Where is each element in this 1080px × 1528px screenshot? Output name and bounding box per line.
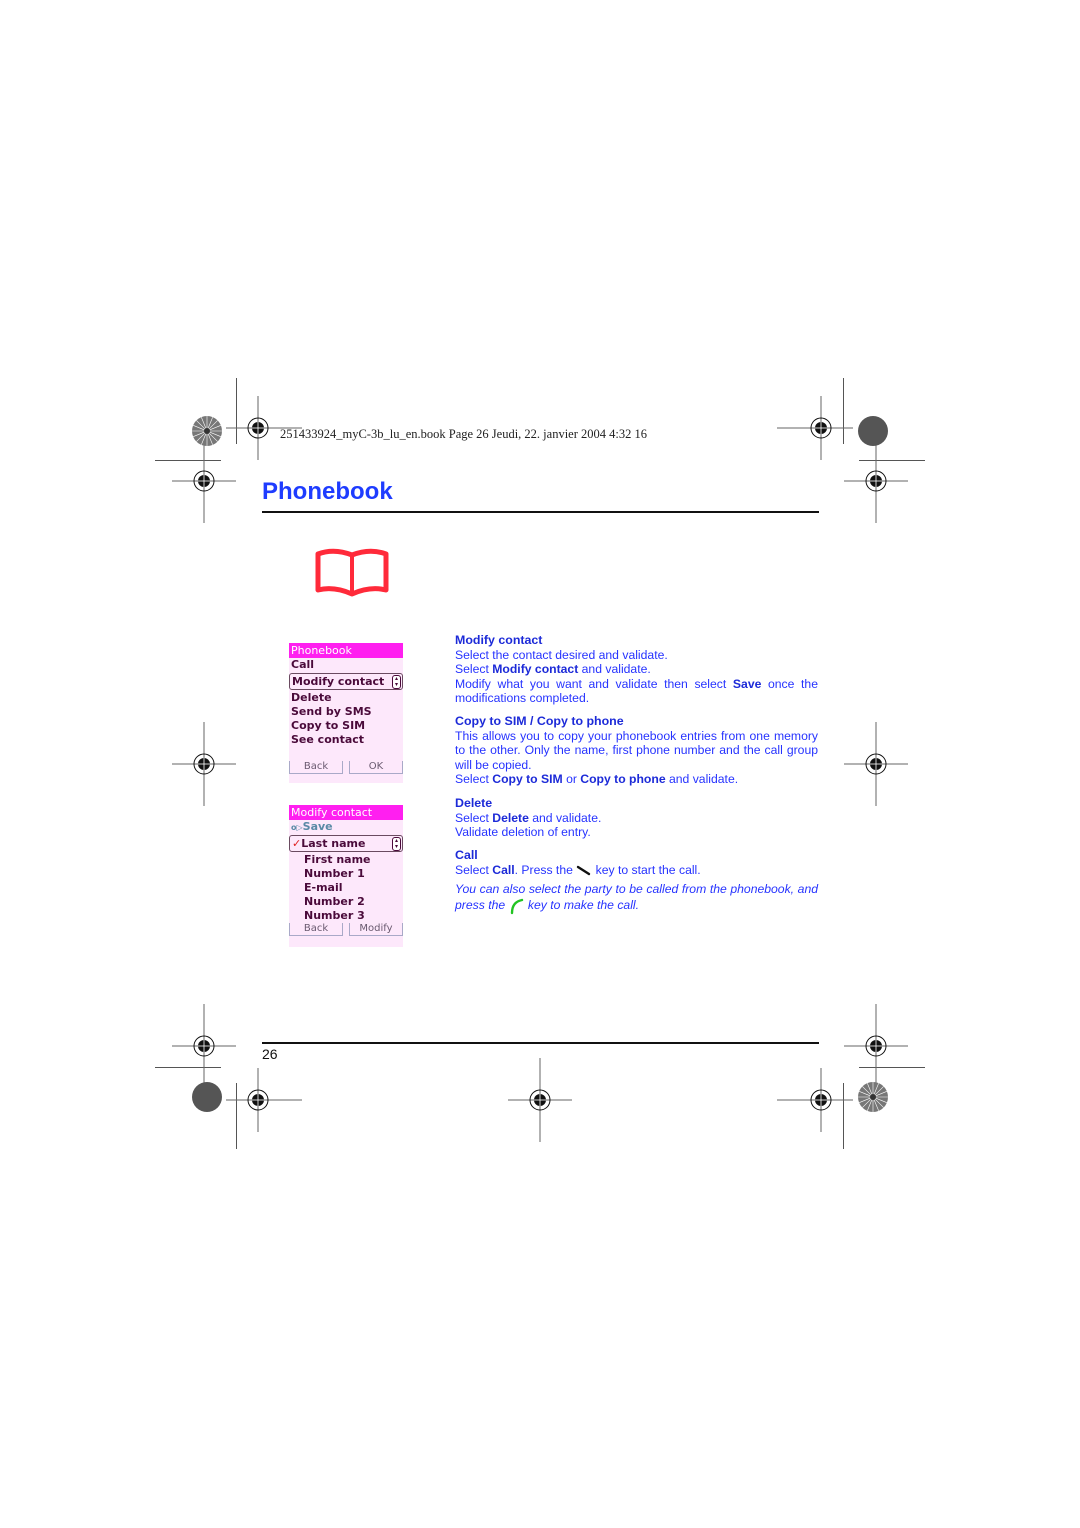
field-email[interactable]: E-mail — [289, 881, 403, 895]
menu-item-copy-to-sim[interactable]: Copy to SIM — [289, 719, 403, 733]
scroll-indicator-icon[interactable]: ▴ ▾ — [392, 837, 401, 851]
registration-target — [843, 721, 909, 807]
registration-target — [171, 721, 237, 807]
paragraph: This allows you to copy your phonebook e… — [455, 728, 818, 772]
ok-softkey[interactable]: OK — [349, 761, 403, 774]
book-icon — [315, 548, 389, 597]
paragraph: Validate deletion of entry. — [455, 825, 591, 840]
section-modify-contact: Modify contact Select the contact desire… — [455, 633, 818, 706]
green-call-key-icon — [510, 898, 523, 914]
section-heading: Call — [455, 848, 478, 862]
print-header: 251433924_myC-3b_lu_en.book Page 26 Jeud… — [280, 427, 647, 441]
registration-target — [507, 1057, 573, 1143]
checkmark-icon: ✓ — [292, 837, 302, 850]
registration-target — [225, 1067, 303, 1133]
registration-target — [171, 438, 237, 524]
section-heading: Modify contact — [455, 633, 543, 647]
gray-dot — [192, 1082, 222, 1112]
paragraph: Select Copy to SIM or Copy to phone and … — [455, 772, 739, 787]
registration-target — [776, 1067, 854, 1133]
section-copy: Copy to SIM / Copy to phone This allows … — [455, 714, 818, 787]
registration-target — [843, 1003, 909, 1089]
paragraph: Modify what you want and validate then s… — [455, 676, 818, 706]
menu-item-send-by-sms[interactable]: Send by SMS — [289, 705, 403, 719]
phone-screen-phonebook-menu: Phonebook Call Modify contact ▴ ▾ Delete … — [289, 643, 403, 783]
note: You can also select the party to be call… — [455, 882, 818, 915]
field-last-name[interactable]: ✓Last name ▴ ▾ — [289, 835, 403, 852]
registration-target — [171, 1003, 237, 1089]
page-title: Phonebook — [262, 478, 393, 505]
screen-title: Modify contact — [289, 805, 403, 820]
back-softkey[interactable]: Back — [289, 761, 343, 774]
menu-item-see-contact[interactable]: See contact — [289, 733, 403, 747]
section-heading: Delete — [455, 796, 493, 810]
paragraph: Select the contact desired and validate. — [455, 647, 668, 662]
field-label: Last name — [301, 837, 366, 850]
page-number: 26 — [262, 1046, 278, 1062]
back-softkey[interactable]: Back — [289, 923, 343, 936]
menu-item-call[interactable]: Call — [289, 658, 403, 672]
star-target — [191, 415, 223, 447]
paragraph: Select Modify contact and validate. — [455, 662, 651, 677]
section-delete: Delete Select Delete and validate. Valid… — [455, 796, 818, 840]
menu-item-label: Modify contact — [292, 675, 385, 688]
softkeys: Back OK — [289, 761, 403, 775]
section-heading: Copy to SIM / Copy to phone — [455, 714, 624, 728]
field-first-name[interactable]: First name — [289, 853, 403, 867]
registration-target — [776, 395, 854, 461]
paragraph: Select Delete and validate. — [455, 810, 602, 825]
menu-item-delete[interactable]: Delete — [289, 691, 403, 705]
field-number-3[interactable]: Number 3 — [289, 909, 403, 923]
modify-softkey[interactable]: Modify — [349, 923, 403, 936]
title-rule — [262, 511, 819, 513]
footer-rule — [262, 1042, 819, 1044]
registration-target — [843, 438, 909, 524]
send-key-icon — [577, 866, 591, 876]
gray-dot — [858, 416, 888, 446]
save-action[interactable]: o▷Save — [289, 820, 403, 834]
field-number-1[interactable]: Number 1 — [289, 867, 403, 881]
screen-title: Phonebook — [289, 643, 403, 658]
scroll-indicator-icon[interactable]: ▴ ▾ — [392, 675, 401, 689]
phone-screen-modify-contact: Modify contact o▷Save ✓Last name ▴ ▾ Firs… — [289, 805, 403, 947]
paragraph: Select Call. Press the key to start the … — [455, 862, 701, 877]
softkeys: Back Modify — [289, 923, 403, 937]
save-icon: o▷ — [291, 823, 303, 832]
star-target — [857, 1081, 889, 1113]
menu-item-modify-contact[interactable]: Modify contact ▴ ▾ — [289, 673, 403, 690]
field-number-2[interactable]: Number 2 — [289, 895, 403, 909]
save-label: Save — [302, 820, 333, 833]
section-call: Call Select Call. Press the key to start… — [455, 848, 818, 915]
